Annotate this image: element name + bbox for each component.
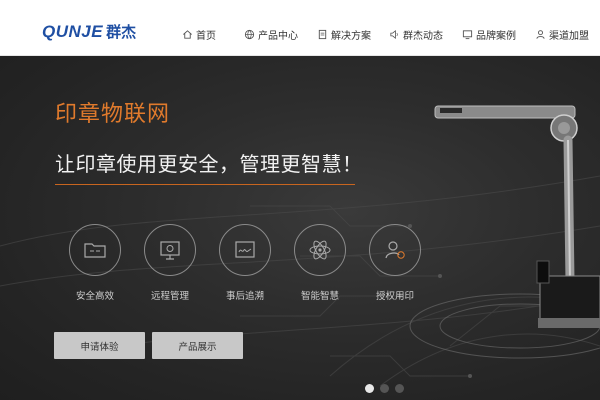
atom-icon xyxy=(309,240,331,260)
hero-subtitle: 让印章使用更安全，管理更智慧！ xyxy=(55,152,363,176)
hero-banner: 印章物联网 让印章使用更安全，管理更智慧！ 安全高效 远程管理 事后追溯 智能智… xyxy=(0,56,600,400)
hero-divider xyxy=(55,184,355,185)
globe-icon xyxy=(244,29,255,40)
stamp-device-illustration xyxy=(434,105,600,328)
monitor-icon xyxy=(462,29,473,40)
feature-remote-management: 远程管理 xyxy=(140,224,200,302)
nav-label: 首页 xyxy=(196,31,216,42)
product-showcase-button[interactable]: 产品展示 xyxy=(152,332,243,359)
hero-title: 印章物联网 xyxy=(55,102,171,127)
speaker-icon xyxy=(389,29,400,40)
feature-traceability: 事后追溯 xyxy=(215,224,275,302)
feature-circle xyxy=(369,224,421,276)
carousel-indicators xyxy=(365,384,404,393)
nav-item-products[interactable]: 产品中心 xyxy=(244,27,298,42)
feature-secure-efficient: 安全高效 xyxy=(65,224,125,302)
feature-label: 授权用印 xyxy=(375,291,414,302)
nav-label: 群杰动态 xyxy=(403,31,443,42)
nav-item-solutions[interactable]: 解决方案 xyxy=(317,27,371,42)
feature-circle xyxy=(144,224,196,276)
site-header: QUNJE 群杰 首页 产品中心 解决方案 群杰动态 品牌案例 渠道加盟 xyxy=(0,0,600,56)
feature-circle xyxy=(69,224,121,276)
nav-item-cases[interactable]: 品牌案例 xyxy=(462,27,516,42)
home-icon xyxy=(182,29,193,40)
nav-label: 产品中心 xyxy=(258,31,298,42)
user-icon xyxy=(535,29,546,40)
feature-label: 智能智慧 xyxy=(300,291,339,302)
signature-icon xyxy=(235,241,255,258)
nav-item-franchise[interactable]: 渠道加盟 xyxy=(535,27,589,42)
feature-smart: 智能智慧 xyxy=(290,224,350,302)
carousel-dot-3[interactable] xyxy=(395,384,404,393)
main-nav: 首页 产品中心 解决方案 群杰动态 品牌案例 渠道加盟 xyxy=(0,0,600,56)
carousel-dot-1[interactable] xyxy=(365,384,374,393)
feature-circle xyxy=(294,224,346,276)
nav-label: 解决方案 xyxy=(331,31,371,42)
feature-label: 远程管理 xyxy=(150,291,189,302)
feature-label: 安全高效 xyxy=(75,291,114,302)
nav-label: 渠道加盟 xyxy=(549,31,589,42)
user-stamp-icon xyxy=(385,241,405,259)
folder-icon xyxy=(84,243,106,258)
feature-label: 事后追溯 xyxy=(225,291,264,302)
apply-trial-button[interactable]: 申请体验 xyxy=(54,332,145,359)
carousel-dot-2[interactable] xyxy=(380,384,389,393)
nav-item-home[interactable]: 首页 xyxy=(182,27,216,42)
document-icon xyxy=(317,29,328,40)
remote-monitor-icon xyxy=(160,241,180,260)
feature-authorized-stamping: 授权用印 xyxy=(365,224,425,302)
nav-label: 品牌案例 xyxy=(476,31,516,42)
feature-circle xyxy=(219,224,271,276)
nav-item-news[interactable]: 群杰动态 xyxy=(389,27,443,42)
